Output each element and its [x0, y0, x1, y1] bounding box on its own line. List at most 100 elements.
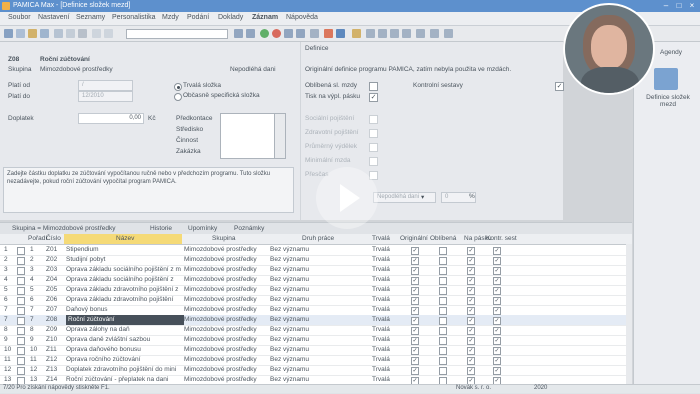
row-kontr-checkbox[interactable]: ✓ [493, 277, 501, 285]
row-pas-checkbox[interactable]: ✓ [467, 357, 475, 365]
tisk-checkbox[interactable]: ✓ [369, 93, 378, 102]
doplatek-field[interactable]: 0,00 [78, 113, 144, 124]
definice-agenda-icon[interactable] [654, 68, 678, 90]
row-select-checkbox[interactable] [17, 257, 25, 265]
row-pas-checkbox[interactable]: ✓ [467, 337, 475, 345]
dane-select[interactable]: Nepodléhá dani [373, 192, 436, 203]
chevron-down-icon[interactable]: ▾ [421, 193, 424, 201]
row-orig-checkbox[interactable]: ✓ [411, 307, 419, 315]
zdravotni-checkbox[interactable] [369, 129, 378, 138]
row-pas-checkbox[interactable]: ✓ [467, 267, 475, 275]
menu-personalistika[interactable]: Personalistika [112, 14, 156, 21]
tab-poznamky[interactable]: Poznámky [234, 225, 264, 232]
row-select-checkbox[interactable] [17, 277, 25, 285]
row-orig-checkbox[interactable]: ✓ [411, 267, 419, 275]
prumerny-checkbox[interactable] [369, 143, 378, 152]
menu-soubor[interactable]: Soubor [8, 14, 31, 21]
kontrolni-checkbox[interactable]: ✓ [555, 82, 564, 91]
row-orig-checkbox[interactable]: ✓ [411, 247, 419, 255]
row-orig-checkbox[interactable]: ✓ [411, 347, 419, 355]
plati-od-field[interactable]: / [78, 80, 133, 91]
row-kontr-checkbox[interactable]: ✓ [493, 297, 501, 305]
row-pas-checkbox[interactable]: ✓ [467, 277, 475, 285]
tab-historie[interactable]: Historie [150, 225, 172, 232]
row-pas-checkbox[interactable]: ✓ [467, 367, 475, 375]
row-pas-checkbox[interactable]: ✓ [467, 317, 475, 325]
row-select-checkbox[interactable] [17, 307, 25, 315]
menu-mzdy[interactable]: Mzdy [162, 14, 179, 21]
grid-icon[interactable] [310, 29, 319, 38]
row-obl-checkbox[interactable] [439, 347, 447, 355]
row-kontr-checkbox[interactable]: ✓ [493, 357, 501, 365]
row-orig-checkbox[interactable]: ✓ [411, 297, 419, 305]
tool-icon-4[interactable] [402, 29, 411, 38]
cut-icon[interactable] [92, 29, 101, 38]
row-obl-checkbox[interactable] [439, 357, 447, 365]
row-kontr-checkbox[interactable]: ✓ [493, 327, 501, 335]
row-orig-checkbox[interactable]: ✓ [411, 337, 419, 345]
col-cislo[interactable]: Číslo [46, 235, 61, 242]
nav-first-icon[interactable] [234, 29, 243, 38]
row-kontr-checkbox[interactable]: ✓ [493, 317, 501, 325]
col-oblibena[interactable]: Oblíbená [430, 235, 456, 242]
menu-zaznam[interactable]: Záznam [252, 14, 278, 21]
row-kontr-checkbox[interactable]: ✓ [493, 247, 501, 255]
nav-prev-icon[interactable] [246, 29, 255, 38]
menu-podani[interactable]: Podání [187, 14, 209, 21]
preview-icon[interactable] [78, 29, 87, 38]
menu-nastaveni[interactable]: Nastavení [38, 14, 70, 21]
plati-do-field[interactable]: 12/2010 [78, 91, 133, 102]
menu-doklady[interactable]: Doklady [218, 14, 243, 21]
print-icon[interactable] [66, 29, 75, 38]
minimalni-checkbox[interactable] [369, 157, 378, 166]
row-kontr-checkbox[interactable]: ✓ [493, 367, 501, 375]
tool-icon-6[interactable] [430, 29, 439, 38]
menu-napoveda[interactable]: Nápověda [286, 14, 318, 21]
row-orig-checkbox[interactable]: ✓ [411, 257, 419, 265]
row-pas-checkbox[interactable]: ✓ [467, 257, 475, 265]
quick-search-field[interactable] [126, 29, 228, 39]
radio-obcasna[interactable] [174, 93, 182, 101]
tool-icon-3[interactable] [390, 29, 399, 38]
col-kontr-sest[interactable]: Kontr. sest [486, 235, 517, 242]
delete-icon[interactable] [272, 29, 281, 38]
row-select-checkbox[interactable] [17, 347, 25, 355]
tool-icon-7[interactable] [444, 29, 453, 38]
row-orig-checkbox[interactable]: ✓ [411, 277, 419, 285]
row-obl-checkbox[interactable] [439, 337, 447, 345]
row-kontr-checkbox[interactable]: ✓ [493, 337, 501, 345]
folder-icon[interactable] [28, 29, 37, 38]
socialni-checkbox[interactable] [369, 115, 378, 124]
col-originalni[interactable]: Originální [400, 235, 428, 242]
col-poradi[interactable]: Pořadí [28, 235, 47, 242]
radio-trvala[interactable] [174, 83, 182, 91]
listbox-scrollbar[interactable] [274, 113, 286, 159]
row-pas-checkbox[interactable]: ✓ [467, 297, 475, 305]
col-trvala[interactable]: Trvalá [372, 235, 390, 242]
row-obl-checkbox[interactable] [439, 297, 447, 305]
tool-icon-1[interactable] [366, 29, 375, 38]
nav-last-icon[interactable] [296, 29, 305, 38]
row-pas-checkbox[interactable]: ✓ [467, 307, 475, 315]
row-select-checkbox[interactable] [17, 357, 25, 365]
minimize-icon[interactable]: – [661, 1, 671, 11]
filter-icon[interactable] [324, 29, 333, 38]
row-obl-checkbox[interactable] [439, 317, 447, 325]
play-button[interactable] [316, 167, 378, 229]
row-orig-checkbox[interactable]: ✓ [411, 317, 419, 325]
row-select-checkbox[interactable] [17, 247, 25, 255]
new-icon[interactable] [4, 29, 13, 38]
row-obl-checkbox[interactable] [439, 267, 447, 275]
col-druh-prace[interactable]: Druh práce [302, 235, 334, 242]
row-select-checkbox[interactable] [17, 337, 25, 345]
row-kontr-checkbox[interactable]: ✓ [493, 307, 501, 315]
row-select-checkbox[interactable] [17, 287, 25, 295]
row-kontr-checkbox[interactable]: ✓ [493, 257, 501, 265]
table-scrollbar[interactable] [626, 244, 632, 384]
row-orig-checkbox[interactable]: ✓ [411, 327, 419, 335]
row-obl-checkbox[interactable] [439, 367, 447, 375]
row-obl-checkbox[interactable] [439, 277, 447, 285]
menu-seznamy[interactable]: Seznamy [76, 14, 105, 21]
row-orig-checkbox[interactable]: ✓ [411, 287, 419, 295]
row-obl-checkbox[interactable] [439, 257, 447, 265]
